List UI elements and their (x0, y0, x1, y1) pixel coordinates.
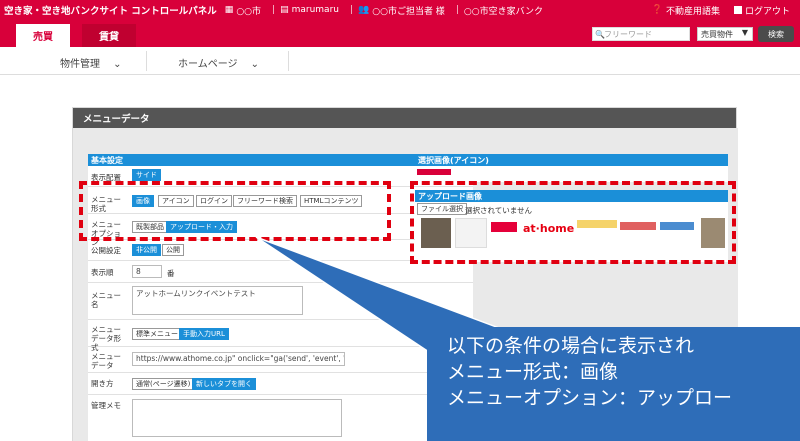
callout-line-2: メニュー形式：画像 (447, 361, 619, 383)
screenshot-root: 空き家・空き地バンクサイト コントロールパネル ▦ ○○市 | ▤ maruma… (0, 0, 800, 441)
condition-callout: 以下の条件の場合に表示され メニュー形式：画像 メニューオプション：アップロー (427, 327, 800, 441)
callout-line-1: 以下の条件の場合に表示され (447, 335, 695, 357)
callout-line-3: メニューオプション：アップロー (447, 387, 733, 409)
